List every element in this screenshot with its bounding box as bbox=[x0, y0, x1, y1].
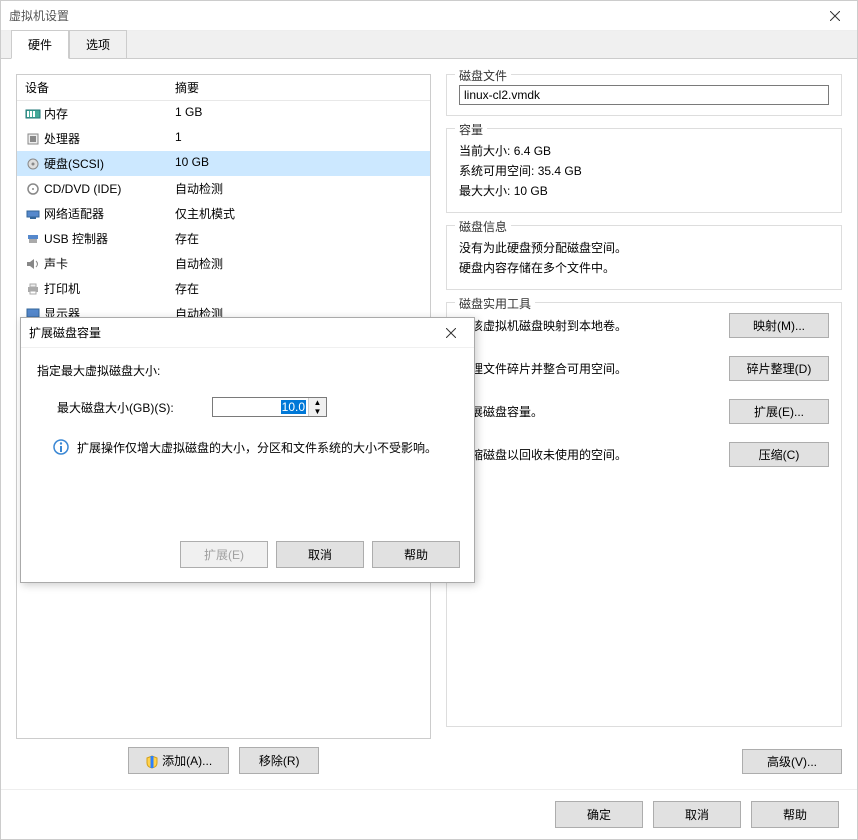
processor-icon bbox=[25, 133, 41, 145]
disk-icon bbox=[25, 158, 41, 170]
add-button[interactable]: 添加(A)... bbox=[128, 747, 229, 774]
device-row-memory[interactable]: 内存 1 GB bbox=[17, 101, 430, 126]
window-title: 虚拟机设置 bbox=[9, 7, 812, 24]
cd-icon bbox=[25, 183, 41, 195]
modal-input-label: 最大磁盘大小(GB)(S): bbox=[57, 399, 212, 416]
expand-button[interactable]: 扩展(E)... bbox=[729, 399, 829, 424]
util-row-compact: 压缩磁盘以回收未使用的空间。 压缩(C) bbox=[459, 442, 829, 467]
help-button[interactable]: 帮助 bbox=[751, 801, 839, 828]
device-row-cddvd[interactable]: CD/DVD (IDE) 自动检测 bbox=[17, 176, 430, 201]
modal-note: 扩展操作仅增大虚拟磁盘的大小，分区和文件系统的大小不受影响。 bbox=[77, 439, 458, 457]
network-icon bbox=[25, 208, 41, 220]
expand-disk-dialog: 扩展磁盘容量 指定最大虚拟磁盘大小: 最大磁盘大小(GB)(S): 10.0 ▲… bbox=[20, 317, 475, 583]
current-size-row: 当前大小: 6.4 GB bbox=[459, 142, 829, 159]
disk-file-input[interactable] bbox=[459, 85, 829, 105]
device-row-network[interactable]: 网络适配器 仅主机模式 bbox=[17, 201, 430, 226]
device-row-sound[interactable]: 声卡 自动检测 bbox=[17, 251, 430, 276]
util-row-expand: 扩展磁盘容量。 扩展(E)... bbox=[459, 399, 829, 424]
device-row-processor[interactable]: 处理器 1 bbox=[17, 126, 430, 151]
spinner-buttons: ▲ ▼ bbox=[308, 398, 326, 416]
disk-file-legend: 磁盘文件 bbox=[455, 67, 511, 84]
disk-file-group: 磁盘文件 bbox=[446, 74, 842, 116]
cancel-button[interactable]: 取消 bbox=[653, 801, 741, 828]
disk-info-group: 磁盘信息 没有为此硬盘预分配磁盘空间。 硬盘内容存储在多个文件中。 bbox=[446, 225, 842, 290]
titlebar: 虚拟机设置 bbox=[1, 1, 857, 31]
memory-icon bbox=[25, 108, 41, 120]
max-size-input[interactable]: 10.0 bbox=[213, 398, 308, 416]
device-row-usb[interactable]: USB 控制器 存在 bbox=[17, 226, 430, 251]
modal-titlebar: 扩展磁盘容量 bbox=[21, 318, 474, 348]
device-row-printer[interactable]: 打印机 存在 bbox=[17, 276, 430, 301]
sound-icon bbox=[25, 258, 41, 270]
modal-buttons: 扩展(E) 取消 帮助 bbox=[180, 541, 460, 568]
disk-info-line2: 硬盘内容存储在多个文件中。 bbox=[459, 259, 829, 276]
modal-input-row: 最大磁盘大小(GB)(S): 10.0 ▲ ▼ bbox=[37, 397, 458, 417]
modal-body: 指定最大虚拟磁盘大小: 最大磁盘大小(GB)(S): 10.0 ▲ ▼ 扩展操作… bbox=[21, 348, 474, 471]
modal-help-button[interactable]: 帮助 bbox=[372, 541, 460, 568]
modal-note-row: 扩展操作仅增大虚拟磁盘的大小，分区和文件系统的大小不受影响。 bbox=[37, 439, 458, 457]
modal-title: 扩展磁盘容量 bbox=[29, 324, 436, 341]
max-size-spinner[interactable]: 10.0 ▲ ▼ bbox=[212, 397, 327, 417]
disk-info-legend: 磁盘信息 bbox=[455, 218, 511, 235]
compact-button[interactable]: 压缩(C) bbox=[729, 442, 829, 467]
modal-label: 指定最大虚拟磁盘大小: bbox=[37, 362, 458, 379]
max-size-row: 最大大小: 10 GB bbox=[459, 182, 829, 199]
disk-util-group: 磁盘实用工具 将该虚拟机磁盘映射到本地卷。 映射(M)... 整理文件碎片并整合… bbox=[446, 302, 842, 727]
right-panel: 磁盘文件 容量 当前大小: 6.4 GB 系统可用空间: 35.4 GB 最大大… bbox=[431, 74, 842, 774]
add-remove-row: 添加(A)... 移除(R) bbox=[16, 747, 431, 774]
advanced-button[interactable]: 高级(V)... bbox=[742, 749, 842, 774]
modal-cancel-button[interactable]: 取消 bbox=[276, 541, 364, 568]
advanced-row: 高级(V)... bbox=[446, 749, 842, 774]
util-row-map: 将该虚拟机磁盘映射到本地卷。 映射(M)... bbox=[459, 313, 829, 338]
util-row-defrag: 整理文件碎片并整合可用空间。 碎片整理(D) bbox=[459, 356, 829, 381]
disk-info-line1: 没有为此硬盘预分配磁盘空间。 bbox=[459, 239, 829, 256]
close-icon[interactable] bbox=[812, 1, 857, 31]
capacity-legend: 容量 bbox=[455, 121, 487, 138]
disk-util-legend: 磁盘实用工具 bbox=[455, 295, 535, 312]
device-row-harddisk[interactable]: 硬盘(SCSI) 10 GB bbox=[17, 151, 430, 176]
tab-bar: 硬件 选项 bbox=[1, 31, 857, 59]
ok-button[interactable]: 确定 bbox=[555, 801, 643, 828]
spinner-down-icon[interactable]: ▼ bbox=[309, 407, 326, 416]
spinner-up-icon[interactable]: ▲ bbox=[309, 398, 326, 407]
free-space-row: 系统可用空间: 35.4 GB bbox=[459, 162, 829, 179]
col-summary[interactable]: 摘要 bbox=[167, 75, 430, 100]
capacity-group: 容量 当前大小: 6.4 GB 系统可用空间: 35.4 GB 最大大小: 10… bbox=[446, 128, 842, 213]
tab-hardware[interactable]: 硬件 bbox=[11, 30, 69, 59]
shield-icon bbox=[145, 755, 159, 769]
modal-close-icon[interactable] bbox=[436, 325, 466, 341]
footer: 确定 取消 帮助 bbox=[1, 789, 857, 839]
defrag-button[interactable]: 碎片整理(D) bbox=[729, 356, 829, 381]
usb-icon bbox=[25, 233, 41, 245]
tab-options[interactable]: 选项 bbox=[69, 30, 127, 58]
info-icon bbox=[53, 439, 71, 457]
remove-button[interactable]: 移除(R) bbox=[239, 747, 319, 774]
modal-expand-button[interactable]: 扩展(E) bbox=[180, 541, 268, 568]
device-table-header: 设备 摘要 bbox=[17, 75, 430, 101]
col-device[interactable]: 设备 bbox=[17, 75, 167, 100]
map-button[interactable]: 映射(M)... bbox=[729, 313, 829, 338]
printer-icon bbox=[25, 283, 41, 295]
